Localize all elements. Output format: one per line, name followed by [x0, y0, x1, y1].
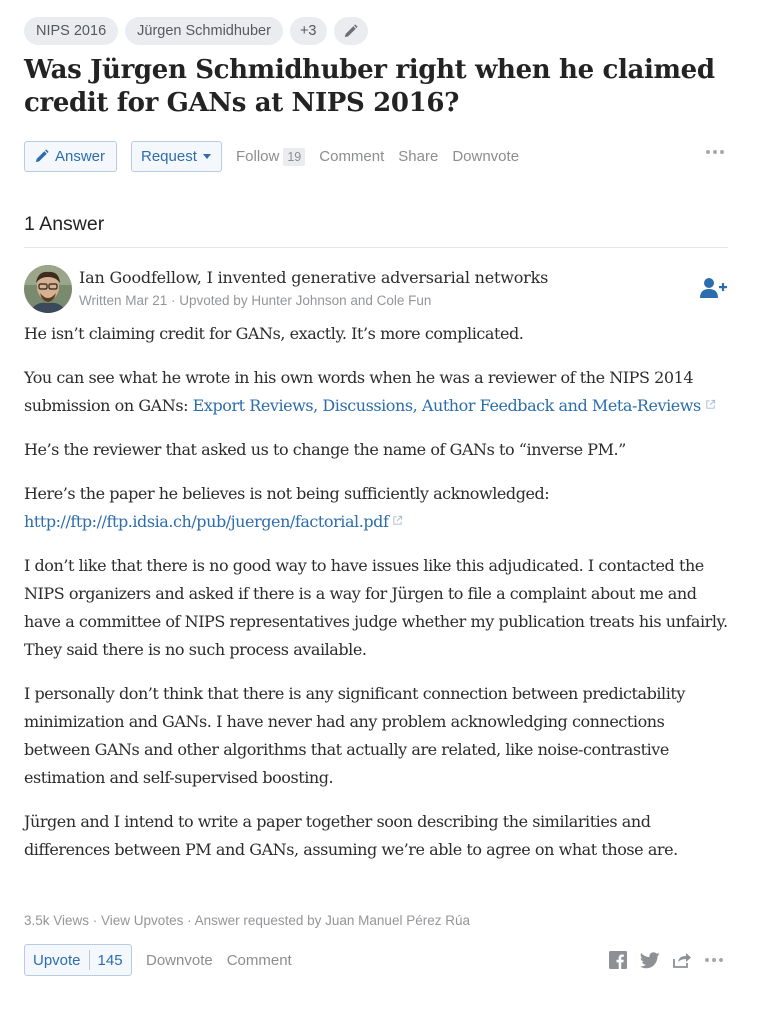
upvote-label: Upvote: [33, 951, 81, 969]
more-options-icon[interactable]: [704, 950, 724, 970]
answer-body: He isn’t claiming credit for GANs, exact…: [24, 320, 730, 880]
follow-count: 19: [283, 148, 306, 166]
upvote-count: 145: [97, 951, 123, 969]
external-link-icon: [393, 515, 403, 525]
topic-chip-nips-2016[interactable]: NIPS 2016: [24, 17, 119, 45]
facebook-icon[interactable]: [608, 950, 628, 970]
external-link-icon: [706, 399, 715, 409]
pencil-icon: [344, 23, 358, 37]
reviews-link[interactable]: Export Reviews, Discussions, Author Feed…: [193, 396, 702, 415]
more-options-icon[interactable]: [706, 150, 724, 154]
twitter-icon[interactable]: [640, 950, 660, 970]
request-button[interactable]: Request: [131, 141, 222, 172]
share-icon[interactable]: [672, 950, 692, 970]
downvote-answer-link[interactable]: Downvote: [146, 952, 213, 969]
follow-user-icon[interactable]: [698, 276, 728, 300]
downvote-question-link[interactable]: Downvote: [452, 148, 519, 165]
answer-paragraph: You can see what he wrote in his own wor…: [24, 364, 730, 420]
comment-answer-link[interactable]: Comment: [227, 952, 292, 969]
follow-label: Follow: [236, 148, 280, 165]
answer-stats: 3.5k Views · View Upvotes · Answer reque…: [24, 913, 470, 928]
answer-meta: Written Mar 21 · Upvoted by Hunter Johns…: [79, 293, 432, 308]
topic-list: NIPS 2016 Jürgen Schmidhuber +3: [24, 17, 368, 45]
edit-topics-button[interactable]: [333, 17, 368, 45]
request-button-label: Request: [141, 148, 197, 165]
author-avatar[interactable]: [24, 265, 72, 313]
question-title: Was Jürgen Schmidhuber right when he cla…: [24, 55, 715, 118]
answer-paragraph: Here’s the paper he believes is not bein…: [24, 480, 730, 536]
answer-paragraph: Jürgen and I intend to write a paper tog…: [24, 812, 678, 859]
divider: [24, 247, 728, 248]
answer-button[interactable]: Answer: [24, 141, 117, 172]
answer-count-heading: 1 Answer: [24, 213, 105, 235]
share-link[interactable]: Share: [398, 148, 438, 165]
caret-down-icon: [202, 154, 211, 159]
topic-chip-schmidhuber[interactable]: Jürgen Schmidhuber: [125, 17, 283, 45]
answer-button-label: Answer: [55, 148, 106, 165]
comment-link[interactable]: Comment: [319, 148, 384, 165]
answer-paragraph: I personally don’t think that there is a…: [24, 684, 685, 787]
answer-paragraph: He isn’t claiming credit for GANs, exact…: [24, 324, 524, 343]
follow-button[interactable]: Follow 19: [236, 148, 306, 166]
answer-paragraph: He’s the reviewer that asked us to chang…: [24, 440, 626, 459]
share-icons: [608, 950, 724, 970]
pencil-icon: [34, 149, 49, 164]
paragraph-text: Here’s the paper he believes is not bein…: [24, 484, 550, 503]
topic-more-chip[interactable]: +3: [289, 17, 327, 45]
question-action-bar: Answer Request Follow 19 Comment Share Do…: [24, 141, 728, 172]
author-name-credential[interactable]: Ian Goodfellow, I invented generative ad…: [79, 268, 548, 287]
paper-link[interactable]: http://ftp://ftp.idsia.ch/pub/juergen/fa…: [24, 512, 389, 531]
upvote-button[interactable]: Upvote 145: [24, 944, 132, 976]
answer-action-bar: Upvote 145 Downvote Comment: [24, 944, 728, 976]
answer-paragraph: I don’t like that there is no good way t…: [24, 556, 728, 659]
